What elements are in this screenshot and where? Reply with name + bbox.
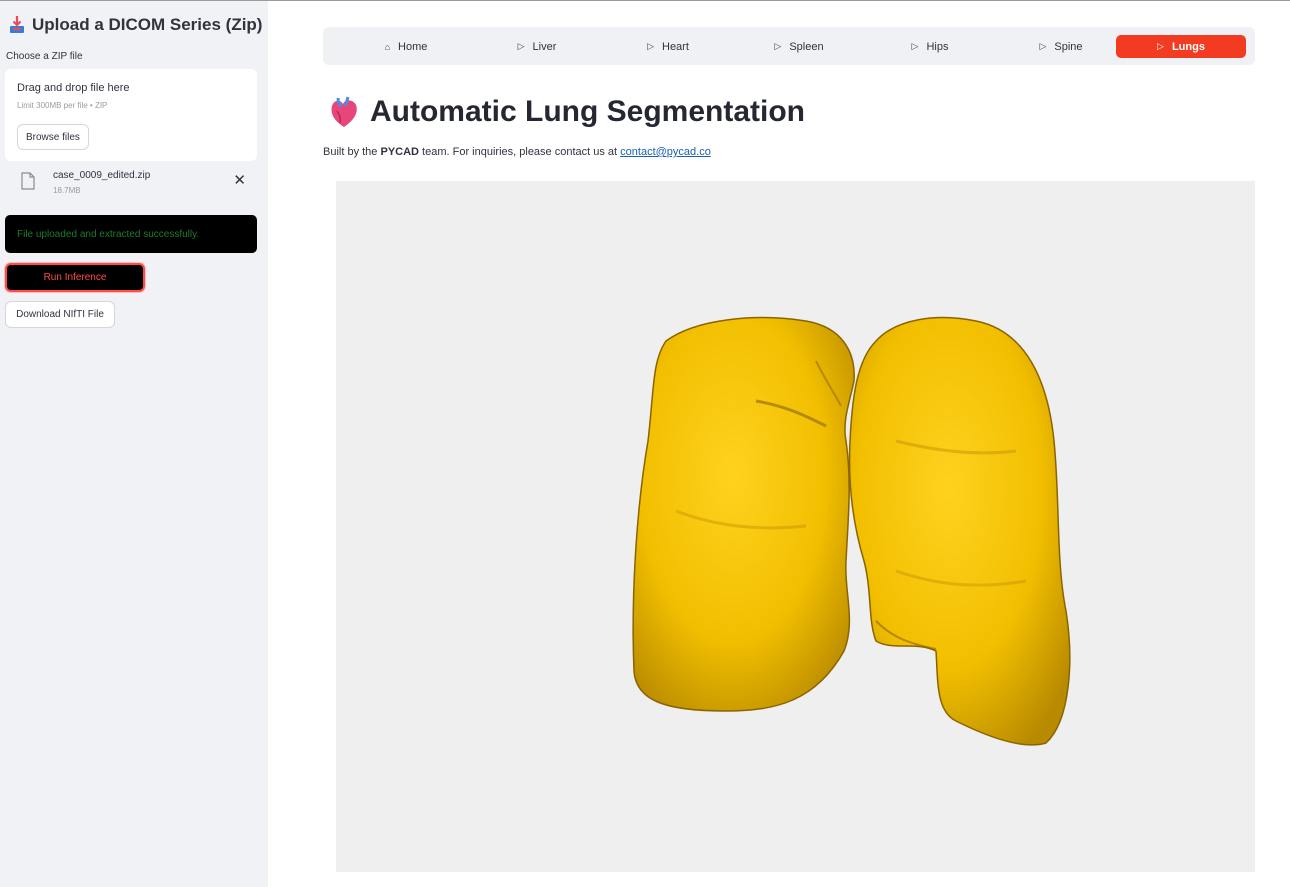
play-icon: ▷ — [517, 41, 525, 51]
nav-item-label: Spleen — [789, 40, 824, 53]
file-size: 18.7MB — [53, 186, 81, 195]
play-icon: ▷ — [1039, 41, 1047, 51]
nav-item-label: Lungs — [1171, 40, 1205, 53]
success-message: File uploaded and extracted successfully… — [17, 228, 200, 240]
file-dropzone[interactable]: Drag and drop file here Limit 300MB per … — [5, 69, 257, 161]
nav-item-heart[interactable]: ▷ Heart — [603, 35, 733, 58]
nav-item-label: Heart — [662, 40, 689, 53]
byline-middle: team. For inquiries, please contact us a… — [419, 146, 621, 158]
house-icon: ⌂ — [384, 41, 391, 52]
play-icon: ▷ — [1157, 41, 1164, 51]
nav-item-lungs[interactable]: ▷ Lungs — [1116, 35, 1246, 58]
top-navbar: ⌂ Home ▷ Liver ▷ Heart ▷ Spleen ▷ Hips ▷… — [323, 27, 1255, 65]
nav-item-spleen[interactable]: ▷ Spleen — [734, 35, 864, 58]
byline-team: PYCAD — [380, 146, 419, 158]
nav-item-label: Home — [398, 40, 428, 53]
byline: Built by the PYCAD team. For inquiries, … — [323, 146, 711, 158]
sidebar-title: Upload a DICOM Series (Zip) — [8, 15, 262, 35]
3d-viewer[interactable] — [336, 181, 1255, 872]
nav-item-liver[interactable]: ▷ Liver — [472, 35, 602, 58]
anatomical-heart-icon — [331, 96, 357, 127]
nav-item-spine[interactable]: ▷ Spine — [996, 35, 1126, 58]
file-icon — [21, 172, 35, 190]
play-icon: ▷ — [647, 41, 654, 51]
nav-item-home[interactable]: ⌂ Home — [341, 35, 471, 58]
nav-item-label: Liver — [532, 40, 557, 53]
uploader-label: Choose a ZIP file — [6, 51, 83, 62]
left-lung-shape — [632, 316, 855, 712]
sidebar-title-text: Upload a DICOM Series (Zip) — [32, 15, 263, 34]
lung-mesh-render — [632, 316, 1071, 746]
success-alert: File uploaded and extracted successfully… — [5, 215, 257, 253]
inbox-tray-icon — [10, 16, 24, 33]
file-name: case_0009_edited.zip — [53, 170, 151, 181]
uploaded-file: case_0009_edited.zip 18.7MB ✕ — [20, 169, 250, 199]
contact-email-link[interactable]: contact@pycad.co — [620, 146, 711, 158]
right-lung-shape — [848, 316, 1071, 746]
browse-files-button[interactable]: Browse files — [17, 124, 89, 150]
download-nifti-button[interactable]: Download NIfTI File — [5, 301, 115, 328]
nav-item-hips[interactable]: ▷ Hips — [865, 35, 995, 58]
page-title: Automatic Lung Segmentation — [370, 95, 805, 128]
remove-file-close-icon[interactable]: ✕ — [233, 173, 246, 188]
page-title-row: Automatic Lung Segmentation — [328, 95, 805, 129]
dropzone-text: Drag and drop file here — [17, 82, 130, 94]
nav-item-label: Hips — [926, 40, 949, 53]
run-inference-button[interactable]: Run Inference — [5, 263, 145, 292]
play-icon: ▷ — [911, 41, 919, 51]
dropzone-limit: Limit 300MB per file • ZIP — [17, 101, 108, 110]
byline-prefix: Built by the — [323, 146, 381, 158]
sidebar: Upload a DICOM Series (Zip) Choose a ZIP… — [0, 1, 268, 887]
nav-item-label: Spine — [1054, 40, 1083, 53]
play-icon: ▷ — [774, 41, 782, 51]
